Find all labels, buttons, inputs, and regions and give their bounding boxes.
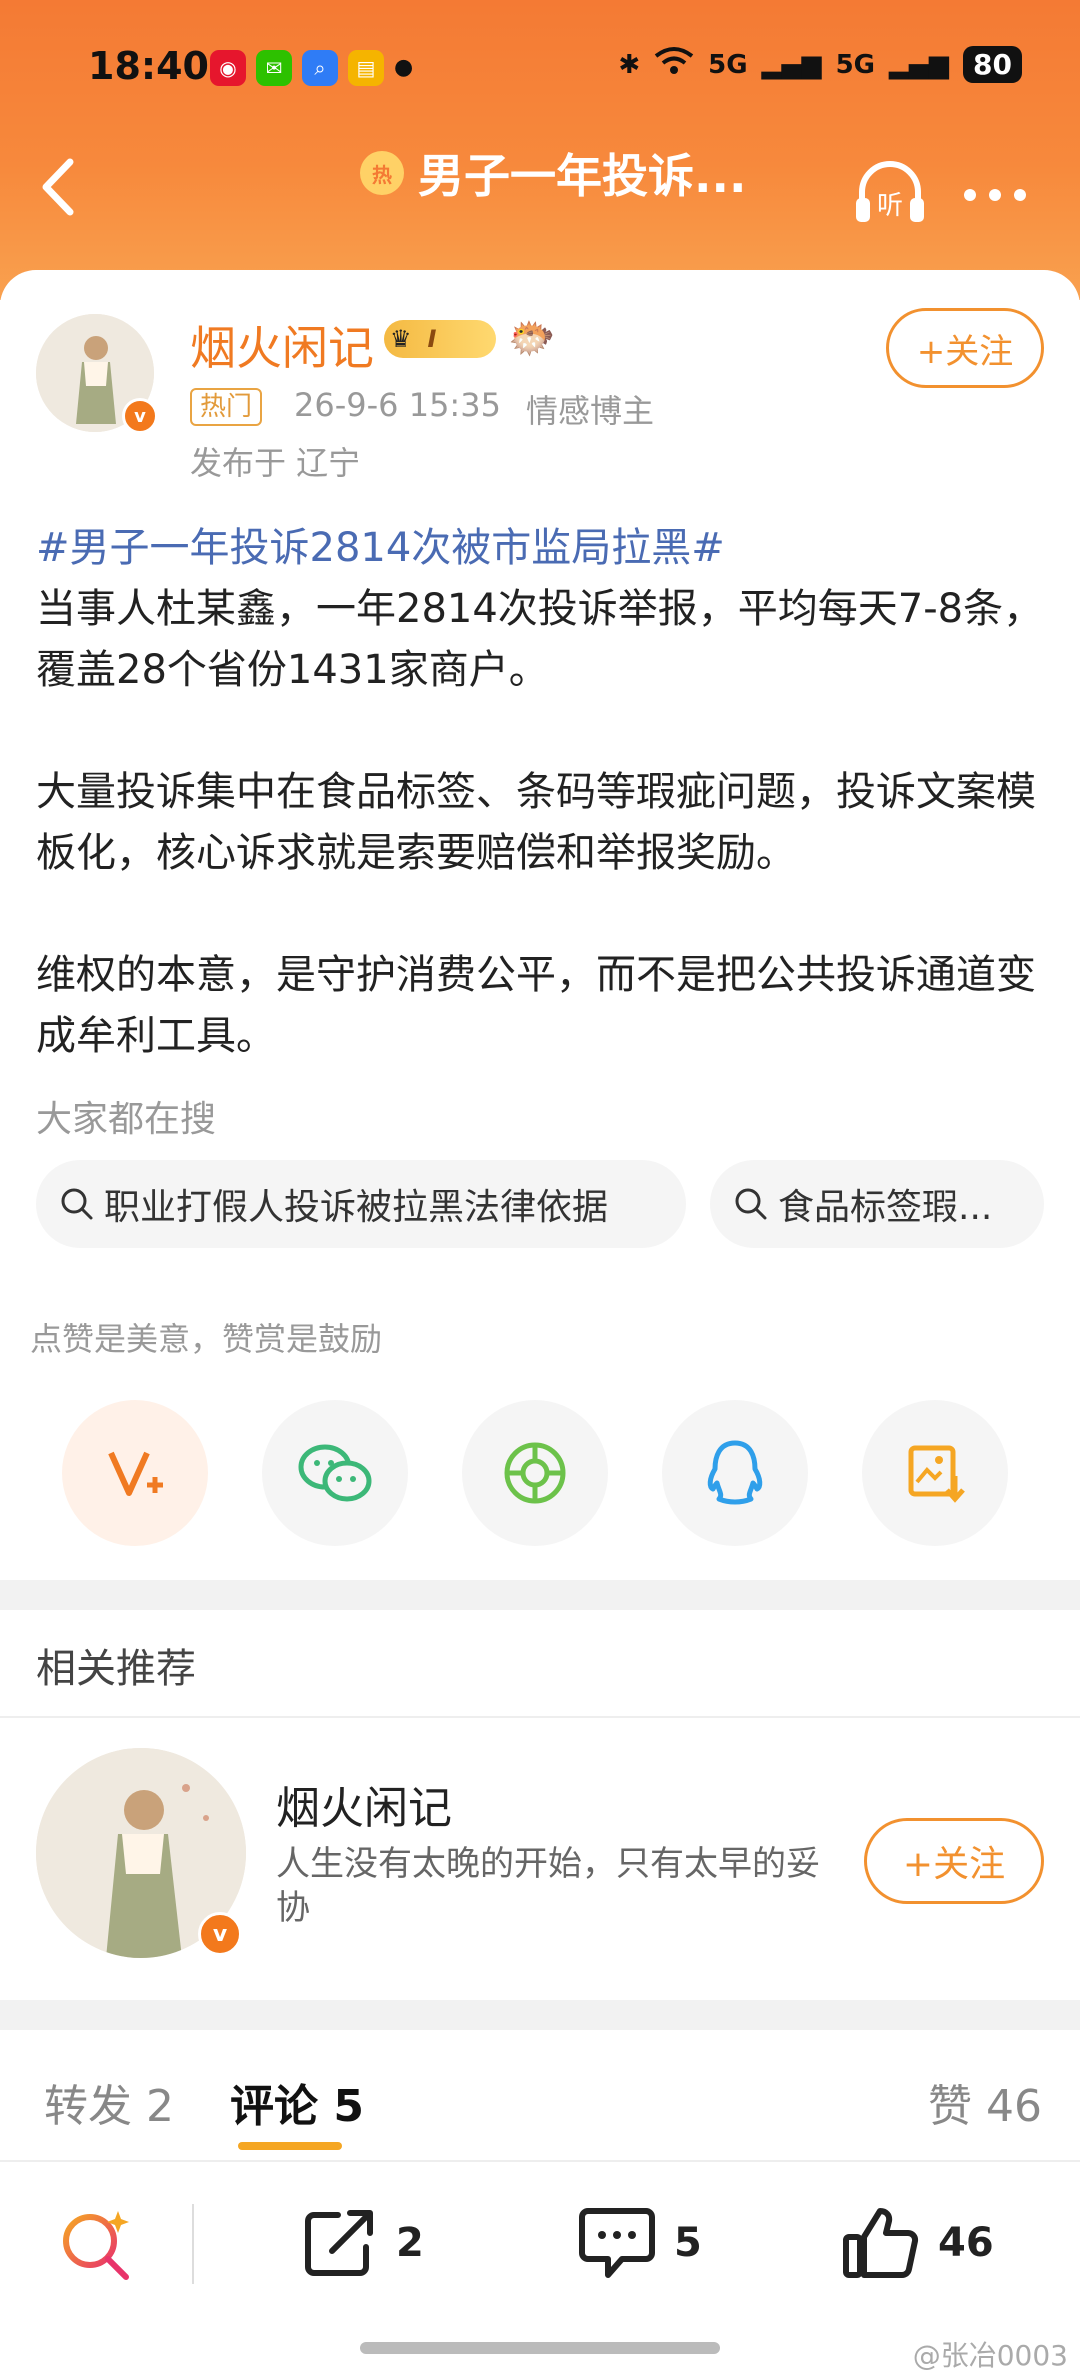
hot-topic-icon: 热 xyxy=(360,151,404,195)
like-count: 46 xyxy=(938,2220,994,2266)
tab-like[interactable]: 赞 46 xyxy=(928,2070,1042,2134)
recommend-follow-button[interactable]: +关注 xyxy=(864,1818,1044,1904)
crown-icon: ♛ xyxy=(390,325,412,353)
reward-button[interactable] xyxy=(62,1400,208,1546)
reader-app-icon: ▤ xyxy=(348,50,384,86)
tab-repost[interactable]: 转发 2 xyxy=(44,2070,174,2134)
verified-badge-icon: v xyxy=(122,398,158,434)
more-notifications-dot: ● xyxy=(394,55,414,80)
section-divider xyxy=(0,1580,1080,1610)
post-card: v 烟火闲记 ♛ I 🐡 热门 26-9-6 15:35 情感博主 发布于 辽宁… xyxy=(0,270,1080,1580)
post-body: #男子一年投诉2814次被市监局拉黑# 当事人杜某鑫，一年2814次投诉举报，平… xyxy=(36,518,1046,1067)
chevron-left-icon xyxy=(42,158,74,216)
repost-count: 2 xyxy=(396,2220,424,2266)
back-button[interactable] xyxy=(36,152,96,222)
hashtag-link[interactable]: #男子一年投诉2814次被市监局拉黑# xyxy=(36,525,725,571)
qq-icon xyxy=(707,1440,763,1505)
author-name[interactable]: 烟火闲记 xyxy=(190,312,374,378)
comment-count: 5 xyxy=(674,2220,702,2266)
wifi-icon xyxy=(654,46,694,83)
search-chip-1[interactable]: 职业打假人投诉被拉黑法律依据 xyxy=(36,1160,686,1248)
search-chip-2-label: 食品标签瑕... xyxy=(778,1187,993,1228)
share-qq-button[interactable] xyxy=(662,1400,808,1546)
status-bar: 18:40 ◉ ✉ ⌕ ▤ ● ✱ 5G ▂▄▆ 5G ▂▄▆ 80 xyxy=(0,0,1080,130)
bluetooth-icon: ✱ xyxy=(618,49,641,80)
active-tab-underline xyxy=(238,2142,342,2150)
moments-icon xyxy=(504,1442,566,1504)
reward-v-icon xyxy=(108,1451,163,1496)
status-right: ✱ 5G ▂▄▆ 5G ▂▄▆ 80 xyxy=(618,46,1022,83)
signal-icon-2: 5G xyxy=(835,49,876,80)
share-icon xyxy=(305,2210,373,2276)
share-row xyxy=(62,1400,1022,1546)
comment-icon xyxy=(579,2208,655,2278)
author-role: 情感博主 xyxy=(526,392,655,430)
post-paragraph-3: 维权的本意，是守护消费公平，而不是把公共投诉通道变成牟利工具。 xyxy=(36,952,1036,1059)
weibo-app-icon: ◉ xyxy=(210,50,246,86)
reward-hint: 点赞是美意，赞赏是鼓励 xyxy=(30,1320,383,1358)
headphones-icon: 听 xyxy=(856,161,924,222)
tab-comment[interactable]: 评论 5 xyxy=(230,2070,364,2134)
status-time: 18:40 xyxy=(88,44,209,88)
fish-emoji-icon: 🐡 xyxy=(508,316,556,360)
nav-bar: 热 男子一年投诉... 听 xyxy=(0,130,1080,250)
divider xyxy=(192,2204,194,2284)
signal-bars-icon-2: ▂▄▆ xyxy=(889,49,950,80)
svg-text:听: 听 xyxy=(877,191,903,221)
post-paragraph-2: 大量投诉集中在食品标签、条码等瑕疵问题，投诉文案模板化，核心诉求就是索要赔偿和举… xyxy=(36,769,1036,876)
post-paragraph-1: 当事人杜某鑫，一年2814次投诉举报，平均每天7-8条，覆盖28个省份1431家… xyxy=(36,586,1044,693)
signal-bars-icon-1: ▂▄▆ xyxy=(761,49,822,80)
post-location: 发布于 辽宁 xyxy=(190,444,361,482)
post-time: 26-9-6 15:35 xyxy=(294,386,501,424)
save-image-button[interactable] xyxy=(862,1400,1008,1546)
divider xyxy=(0,1716,1080,1718)
status-app-icons: ◉ ✉ ⌕ ▤ ● xyxy=(210,50,413,86)
save-image-icon xyxy=(908,1445,965,1503)
repost-button[interactable]: 2 xyxy=(302,2198,424,2288)
page-title: 男子一年投诉... xyxy=(418,149,747,203)
wechat-app-icon: ✉ xyxy=(256,50,292,86)
trending-search-title: 大家都在搜 xyxy=(36,1099,217,1140)
section-divider xyxy=(0,2000,1080,2030)
search-app-icon: ⌕ xyxy=(302,50,338,86)
interaction-tabs: 转发 2 评论 5 赞 46 xyxy=(0,2030,1080,2160)
verified-badge-icon: v xyxy=(198,1912,242,1956)
battery-indicator: 80 xyxy=(963,46,1022,83)
vip-level-badge: ♛ I xyxy=(384,320,496,358)
search-icon xyxy=(61,1188,93,1220)
search-chip-1-label: 职业打假人投诉被拉黑法律依据 xyxy=(104,1187,609,1228)
ai-search-button[interactable] xyxy=(56,2198,136,2288)
share-moments-button[interactable] xyxy=(462,1400,608,1546)
ai-search-icon xyxy=(63,2211,129,2280)
search-chip-2[interactable]: 食品标签瑕... xyxy=(710,1160,1044,1248)
share-wechat-button[interactable] xyxy=(262,1400,408,1546)
recommend-title: 相关推荐 xyxy=(36,1646,196,1692)
search-icon xyxy=(735,1188,767,1220)
more-dots-icon xyxy=(964,189,1026,201)
home-indicator[interactable] xyxy=(360,2342,720,2354)
comment-button[interactable]: 5 xyxy=(578,2198,702,2288)
like-button[interactable]: 46 xyxy=(842,2198,994,2288)
bottom-action-bar: 2 5 46 @张冶0003 xyxy=(0,2160,1080,2374)
recommend-description: 人生没有太晚的开始，只有太早的妥协 xyxy=(276,1844,820,1928)
nav-title-group: 热 男子一年投诉... xyxy=(360,140,746,206)
watermark: @张冶0003 xyxy=(912,2339,1068,2372)
wechat-icon xyxy=(298,1444,372,1502)
thumbs-up-icon xyxy=(843,2208,919,2278)
follow-button[interactable]: +关注 xyxy=(886,308,1044,388)
more-options-button[interactable] xyxy=(960,158,1040,218)
hot-tag: 热门 xyxy=(190,388,263,426)
recommend-name[interactable]: 烟火闲记 xyxy=(276,1772,452,1836)
signal-icon-1: 5G xyxy=(708,49,748,80)
vip-level-text: I xyxy=(427,325,437,353)
listen-button[interactable]: 听 xyxy=(850,152,930,232)
